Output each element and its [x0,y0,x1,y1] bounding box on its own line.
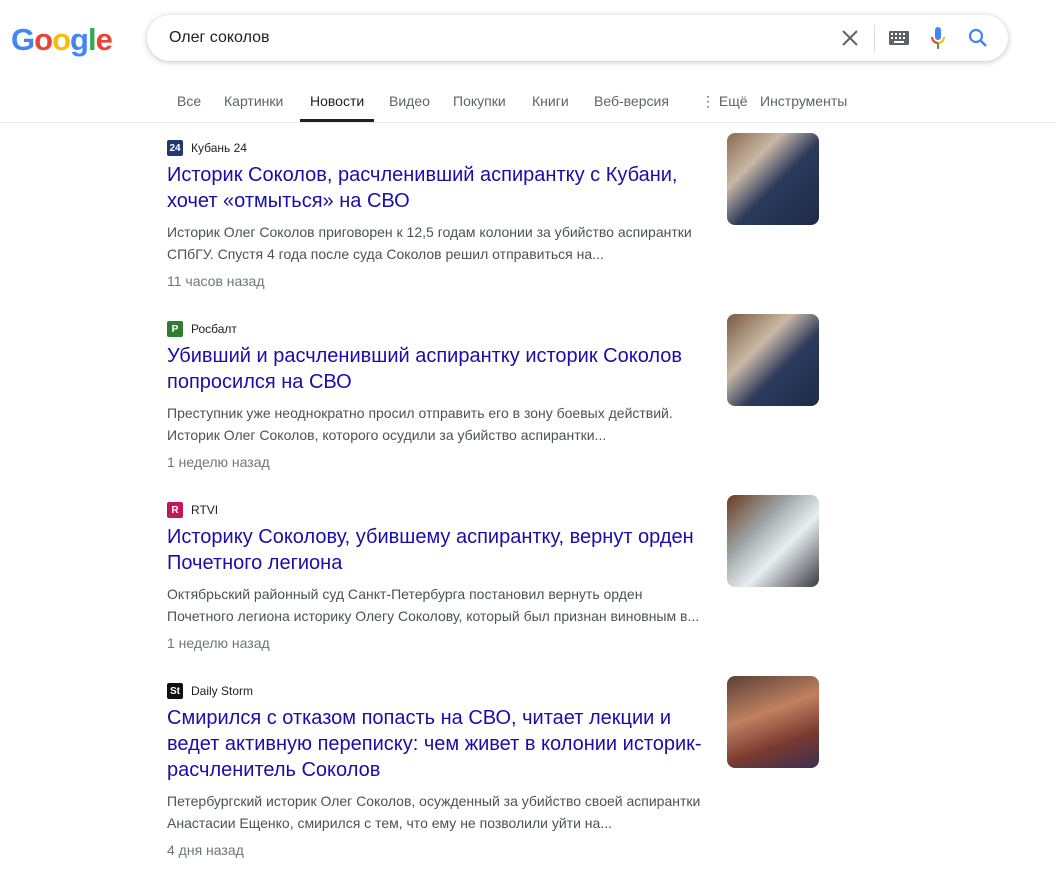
result-time: 1 неделю назад [167,454,270,470]
search-box[interactable]: Олег соколов [147,15,1008,61]
news-result: P Росбалт Убивший и расчленивший аспирант… [167,314,827,473]
news-result: St Daily Storm Смирился с отказом попасть… [167,676,827,861]
google-logo[interactable]: Google [11,22,113,58]
microphone-icon[interactable] [927,27,949,49]
result-time: 4 дня назад [167,842,244,858]
result-title-link[interactable]: Убивший и расчленивший аспирантку истори… [167,343,712,395]
source-name: Daily Storm [191,684,254,698]
news-result: R RTVI Историку Соколову, убившему аспира… [167,495,827,654]
tab-news[interactable]: Новости [300,93,375,122]
source-favicon-icon: St [167,683,183,699]
tab-images[interactable]: Картинки [224,93,283,122]
result-thumbnail[interactable] [727,676,819,768]
search-tabs: Все Картинки Новости Видео Покупки Книги… [0,82,1056,123]
result-snippet: Петербургский историк Олег Соколов, осуж… [167,793,701,831]
clear-icon[interactable] [839,27,861,49]
result-title-link[interactable]: Смирился с отказом попасть на СВО, читае… [167,705,712,783]
divider [874,25,875,53]
result-title-link[interactable]: Историк Соколов, расчленивший аспирантку… [167,162,712,214]
tab-web[interactable]: Веб-версия [594,93,669,122]
result-time: 1 неделю назад [167,635,270,651]
tab-shopping[interactable]: Покупки [453,93,506,122]
result-snippet: Историк Олег Соколов приговорен к 12,5 г… [167,224,692,262]
search-icon[interactable] [967,27,989,49]
source-name: Кубань 24 [191,141,247,155]
tab-books[interactable]: Книги [532,93,569,122]
result-title-link[interactable]: Историку Соколову, убившему аспирантку, … [167,524,712,576]
result-snippet: Преступник уже неоднократно просил отпра… [167,405,673,443]
source-favicon-icon: 24 [167,140,183,156]
source-name: Росбалт [191,322,237,336]
result-thumbnail[interactable] [727,133,819,225]
result-thumbnail[interactable] [727,314,819,406]
search-input[interactable]: Олег соколов [169,29,270,47]
tab-all[interactable]: Все [177,93,201,122]
result-thumbnail[interactable] [727,495,819,587]
result-time: 11 часов назад [167,273,265,289]
tab-video[interactable]: Видео [389,93,430,122]
result-snippet: Октябрьский районный суд Санкт-Петербург… [167,586,700,624]
source-name: RTVI [191,503,219,517]
tab-more[interactable]: ⋮ Ещё [701,93,748,122]
news-result: 24 Кубань 24 Историк Соколов, расчленивши… [167,133,827,292]
keyboard-icon[interactable] [888,27,910,49]
source-favicon-icon: R [167,502,183,518]
tools-button[interactable]: Инструменты [760,93,847,122]
source-favicon-icon: P [167,321,183,337]
